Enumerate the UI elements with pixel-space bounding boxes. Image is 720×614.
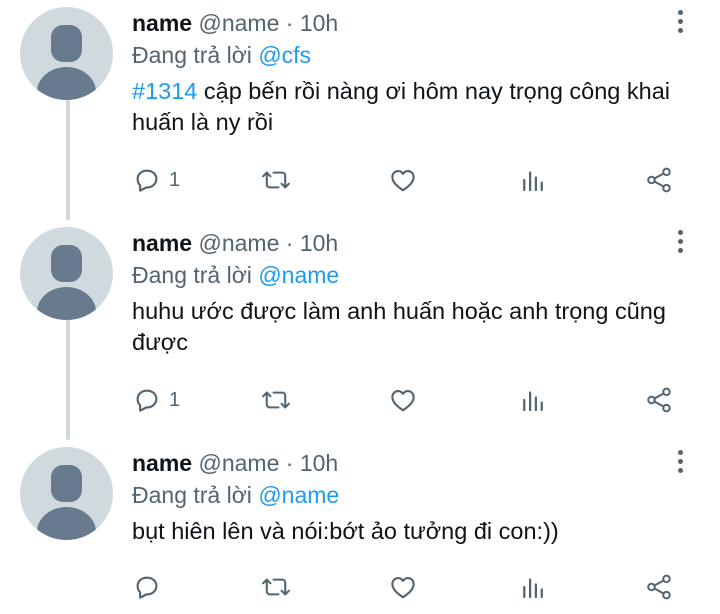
replying-to: Đang trả lời @name (132, 260, 692, 290)
vertical-ellipsis-icon[interactable] (676, 10, 686, 34)
tweet-actions: 1 (132, 384, 692, 416)
retweet-icon (262, 578, 290, 596)
replying-to-mention[interactable]: @name (258, 262, 339, 288)
separator: · (285, 450, 294, 476)
heart-icon (391, 576, 415, 599)
share-icon (647, 387, 671, 413)
bar-chart-icon (523, 391, 543, 412)
replying-to-mention[interactable]: @cfs (258, 42, 311, 68)
timestamp[interactable]: 10h (300, 450, 338, 476)
retweet-icon (262, 391, 290, 409)
tweet-header: name @name · 10h (132, 8, 692, 38)
timestamp[interactable]: 10h (300, 10, 338, 36)
vertical-ellipsis-icon[interactable] (676, 450, 686, 474)
share-button[interactable] (644, 571, 674, 603)
heart-icon (391, 389, 415, 412)
tweet-text-body: cập bến rồi nàng ơi hôm nay trọng công k… (132, 78, 671, 135)
reply-count: 1 (169, 168, 181, 191)
speech-bubble-icon (136, 389, 158, 412)
replying-to: Đang trả lời @cfs (132, 40, 692, 70)
retweet-button[interactable] (260, 384, 292, 416)
hashtag-link[interactable]: #1314 (132, 78, 197, 104)
display-name[interactable]: name (132, 10, 192, 36)
analytics-button[interactable] (518, 571, 548, 603)
timestamp[interactable]: 10h (300, 230, 338, 256)
thread-connector-line (66, 316, 70, 440)
display-name[interactable]: name (132, 450, 192, 476)
share-icon (647, 167, 671, 193)
bar-chart-icon (523, 171, 543, 192)
heart-icon (391, 169, 415, 192)
retweet-button[interactable] (260, 164, 292, 196)
share-button[interactable] (644, 384, 674, 416)
bar-chart-icon (523, 578, 543, 599)
share-button[interactable] (644, 164, 674, 196)
reply-button[interactable]: 1 (132, 164, 180, 196)
analytics-button[interactable] (518, 384, 548, 416)
retweet-button[interactable] (260, 571, 292, 603)
reply-count: 1 (169, 388, 181, 411)
replying-to-label: Đang trả lời (132, 262, 252, 288)
tweet-actions (132, 571, 692, 603)
replying-to-label: Đang trả lời (132, 482, 252, 508)
tweet-text: bụt hiên lên và nói:bớt ảo tưởng đi con:… (132, 518, 559, 544)
tweet-header: name @name · 10h (132, 448, 692, 478)
tweet-actions: 1 (132, 164, 692, 196)
share-icon (647, 574, 671, 600)
tweet-header: name @name · 10h (132, 228, 692, 258)
user-handle[interactable]: @name (198, 450, 279, 476)
like-button[interactable] (388, 571, 418, 603)
replying-to-mention[interactable]: @name (258, 482, 339, 508)
reply-button[interactable]: 1 (132, 384, 180, 416)
avatar[interactable] (20, 7, 113, 100)
speech-bubble-icon (136, 576, 158, 599)
user-handle[interactable]: @name (198, 10, 279, 36)
separator: · (285, 10, 294, 36)
analytics-button[interactable] (518, 164, 548, 196)
user-handle[interactable]: @name (198, 230, 279, 256)
like-button[interactable] (388, 164, 418, 196)
like-button[interactable] (388, 384, 418, 416)
vertical-ellipsis-icon[interactable] (676, 230, 686, 254)
replying-to: Đang trả lời @name (132, 480, 692, 510)
separator: · (285, 230, 294, 256)
avatar[interactable] (20, 447, 113, 540)
retweet-icon (262, 171, 290, 189)
tweet-text: huhu ước được làm anh huấn hoặc anh trọn… (132, 298, 666, 355)
replying-to-label: Đang trả lời (132, 42, 252, 68)
display-name[interactable]: name (132, 230, 192, 256)
avatar[interactable] (20, 227, 113, 320)
thread-connector-line (66, 96, 70, 220)
reply-button[interactable] (132, 571, 169, 603)
speech-bubble-icon (136, 169, 158, 192)
tweet-text: #1314 cập bến rồi nàng ơi hôm nay trọng … (132, 76, 692, 138)
